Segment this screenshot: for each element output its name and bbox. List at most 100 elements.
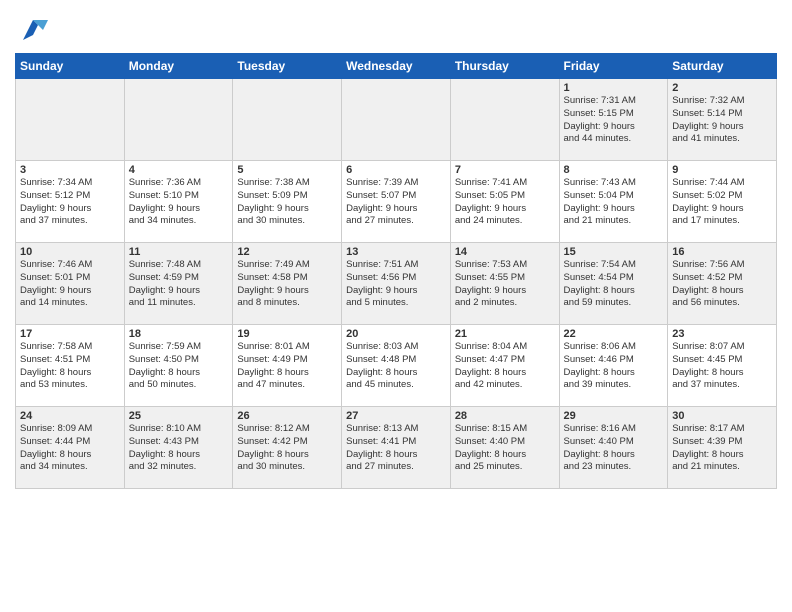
calendar-header: SundayMondayTuesdayWednesdayThursdayFrid… bbox=[16, 54, 777, 79]
day-cell: 30Sunrise: 8:17 AM Sunset: 4:39 PM Dayli… bbox=[668, 407, 777, 489]
day-info: Sunrise: 7:44 AM Sunset: 5:02 PM Dayligh… bbox=[672, 177, 772, 228]
day-cell: 16Sunrise: 7:56 AM Sunset: 4:52 PM Dayli… bbox=[668, 243, 777, 325]
day-cell: 19Sunrise: 8:01 AM Sunset: 4:49 PM Dayli… bbox=[233, 325, 342, 407]
day-number: 6 bbox=[346, 164, 446, 176]
day-number: 21 bbox=[455, 328, 555, 340]
day-number: 24 bbox=[20, 410, 120, 422]
day-info: Sunrise: 8:03 AM Sunset: 4:48 PM Dayligh… bbox=[346, 341, 446, 392]
header-wednesday: Wednesday bbox=[342, 54, 451, 79]
day-number: 17 bbox=[20, 328, 120, 340]
day-cell: 27Sunrise: 8:13 AM Sunset: 4:41 PM Dayli… bbox=[342, 407, 451, 489]
day-cell: 13Sunrise: 7:51 AM Sunset: 4:56 PM Dayli… bbox=[342, 243, 451, 325]
day-cell: 21Sunrise: 8:04 AM Sunset: 4:47 PM Dayli… bbox=[450, 325, 559, 407]
day-info: Sunrise: 7:36 AM Sunset: 5:10 PM Dayligh… bbox=[129, 177, 229, 228]
week-row-3: 17Sunrise: 7:58 AM Sunset: 4:51 PM Dayli… bbox=[16, 325, 777, 407]
week-row-0: 1Sunrise: 7:31 AM Sunset: 5:15 PM Daylig… bbox=[16, 79, 777, 161]
day-number: 9 bbox=[672, 164, 772, 176]
day-cell: 20Sunrise: 8:03 AM Sunset: 4:48 PM Dayli… bbox=[342, 325, 451, 407]
day-info: Sunrise: 7:39 AM Sunset: 5:07 PM Dayligh… bbox=[346, 177, 446, 228]
header-monday: Monday bbox=[124, 54, 233, 79]
day-info: Sunrise: 7:51 AM Sunset: 4:56 PM Dayligh… bbox=[346, 259, 446, 310]
day-info: Sunrise: 8:16 AM Sunset: 4:40 PM Dayligh… bbox=[564, 423, 664, 474]
day-number: 8 bbox=[564, 164, 664, 176]
day-number: 18 bbox=[129, 328, 229, 340]
day-info: Sunrise: 8:06 AM Sunset: 4:46 PM Dayligh… bbox=[564, 341, 664, 392]
day-cell: 4Sunrise: 7:36 AM Sunset: 5:10 PM Daylig… bbox=[124, 161, 233, 243]
day-number: 1 bbox=[564, 82, 664, 94]
day-number: 26 bbox=[237, 410, 337, 422]
calendar-table: SundayMondayTuesdayWednesdayThursdayFrid… bbox=[15, 53, 777, 489]
day-info: Sunrise: 7:54 AM Sunset: 4:54 PM Dayligh… bbox=[564, 259, 664, 310]
day-cell: 8Sunrise: 7:43 AM Sunset: 5:04 PM Daylig… bbox=[559, 161, 668, 243]
day-cell: 9Sunrise: 7:44 AM Sunset: 5:02 PM Daylig… bbox=[668, 161, 777, 243]
day-cell: 17Sunrise: 7:58 AM Sunset: 4:51 PM Dayli… bbox=[16, 325, 125, 407]
day-info: Sunrise: 8:17 AM Sunset: 4:39 PM Dayligh… bbox=[672, 423, 772, 474]
week-row-4: 24Sunrise: 8:09 AM Sunset: 4:44 PM Dayli… bbox=[16, 407, 777, 489]
day-info: Sunrise: 7:32 AM Sunset: 5:14 PM Dayligh… bbox=[672, 95, 772, 146]
header-friday: Friday bbox=[559, 54, 668, 79]
day-number: 30 bbox=[672, 410, 772, 422]
day-cell: 29Sunrise: 8:16 AM Sunset: 4:40 PM Dayli… bbox=[559, 407, 668, 489]
day-info: Sunrise: 7:53 AM Sunset: 4:55 PM Dayligh… bbox=[455, 259, 555, 310]
day-number: 19 bbox=[237, 328, 337, 340]
day-info: Sunrise: 8:01 AM Sunset: 4:49 PM Dayligh… bbox=[237, 341, 337, 392]
header-sunday: Sunday bbox=[16, 54, 125, 79]
day-info: Sunrise: 7:38 AM Sunset: 5:09 PM Dayligh… bbox=[237, 177, 337, 228]
week-row-1: 3Sunrise: 7:34 AM Sunset: 5:12 PM Daylig… bbox=[16, 161, 777, 243]
day-info: Sunrise: 8:07 AM Sunset: 4:45 PM Dayligh… bbox=[672, 341, 772, 392]
day-cell: 12Sunrise: 7:49 AM Sunset: 4:58 PM Dayli… bbox=[233, 243, 342, 325]
day-number: 27 bbox=[346, 410, 446, 422]
day-info: Sunrise: 8:04 AM Sunset: 4:47 PM Dayligh… bbox=[455, 341, 555, 392]
day-number: 12 bbox=[237, 246, 337, 258]
day-info: Sunrise: 7:49 AM Sunset: 4:58 PM Dayligh… bbox=[237, 259, 337, 310]
day-cell: 1Sunrise: 7:31 AM Sunset: 5:15 PM Daylig… bbox=[559, 79, 668, 161]
day-cell bbox=[124, 79, 233, 161]
day-info: Sunrise: 8:12 AM Sunset: 4:42 PM Dayligh… bbox=[237, 423, 337, 474]
page-header bbox=[15, 10, 777, 45]
day-number: 11 bbox=[129, 246, 229, 258]
day-info: Sunrise: 8:09 AM Sunset: 4:44 PM Dayligh… bbox=[20, 423, 120, 474]
day-number: 5 bbox=[237, 164, 337, 176]
day-number: 16 bbox=[672, 246, 772, 258]
day-info: Sunrise: 7:56 AM Sunset: 4:52 PM Dayligh… bbox=[672, 259, 772, 310]
page-container: SundayMondayTuesdayWednesdayThursdayFrid… bbox=[0, 0, 792, 499]
day-cell: 3Sunrise: 7:34 AM Sunset: 5:12 PM Daylig… bbox=[16, 161, 125, 243]
calendar-body: 1Sunrise: 7:31 AM Sunset: 5:15 PM Daylig… bbox=[16, 79, 777, 489]
day-cell: 28Sunrise: 8:15 AM Sunset: 4:40 PM Dayli… bbox=[450, 407, 559, 489]
day-number: 23 bbox=[672, 328, 772, 340]
day-cell: 2Sunrise: 7:32 AM Sunset: 5:14 PM Daylig… bbox=[668, 79, 777, 161]
day-number: 25 bbox=[129, 410, 229, 422]
day-info: Sunrise: 7:43 AM Sunset: 5:04 PM Dayligh… bbox=[564, 177, 664, 228]
day-info: Sunrise: 7:59 AM Sunset: 4:50 PM Dayligh… bbox=[129, 341, 229, 392]
day-number: 2 bbox=[672, 82, 772, 94]
header-thursday: Thursday bbox=[450, 54, 559, 79]
day-cell bbox=[450, 79, 559, 161]
day-cell bbox=[16, 79, 125, 161]
day-cell: 14Sunrise: 7:53 AM Sunset: 4:55 PM Dayli… bbox=[450, 243, 559, 325]
day-number: 20 bbox=[346, 328, 446, 340]
day-cell: 7Sunrise: 7:41 AM Sunset: 5:05 PM Daylig… bbox=[450, 161, 559, 243]
day-cell bbox=[342, 79, 451, 161]
day-info: Sunrise: 8:10 AM Sunset: 4:43 PM Dayligh… bbox=[129, 423, 229, 474]
day-cell: 24Sunrise: 8:09 AM Sunset: 4:44 PM Dayli… bbox=[16, 407, 125, 489]
day-number: 22 bbox=[564, 328, 664, 340]
day-cell: 25Sunrise: 8:10 AM Sunset: 4:43 PM Dayli… bbox=[124, 407, 233, 489]
day-info: Sunrise: 7:46 AM Sunset: 5:01 PM Dayligh… bbox=[20, 259, 120, 310]
day-cell: 18Sunrise: 7:59 AM Sunset: 4:50 PM Dayli… bbox=[124, 325, 233, 407]
week-row-2: 10Sunrise: 7:46 AM Sunset: 5:01 PM Dayli… bbox=[16, 243, 777, 325]
day-info: Sunrise: 7:34 AM Sunset: 5:12 PM Dayligh… bbox=[20, 177, 120, 228]
day-cell: 11Sunrise: 7:48 AM Sunset: 4:59 PM Dayli… bbox=[124, 243, 233, 325]
day-info: Sunrise: 7:48 AM Sunset: 4:59 PM Dayligh… bbox=[129, 259, 229, 310]
logo bbox=[15, 15, 48, 45]
day-info: Sunrise: 7:41 AM Sunset: 5:05 PM Dayligh… bbox=[455, 177, 555, 228]
day-number: 7 bbox=[455, 164, 555, 176]
day-number: 4 bbox=[129, 164, 229, 176]
day-number: 28 bbox=[455, 410, 555, 422]
day-cell: 23Sunrise: 8:07 AM Sunset: 4:45 PM Dayli… bbox=[668, 325, 777, 407]
day-info: Sunrise: 7:58 AM Sunset: 4:51 PM Dayligh… bbox=[20, 341, 120, 392]
day-number: 14 bbox=[455, 246, 555, 258]
day-cell: 10Sunrise: 7:46 AM Sunset: 5:01 PM Dayli… bbox=[16, 243, 125, 325]
header-tuesday: Tuesday bbox=[233, 54, 342, 79]
day-cell: 5Sunrise: 7:38 AM Sunset: 5:09 PM Daylig… bbox=[233, 161, 342, 243]
day-cell: 26Sunrise: 8:12 AM Sunset: 4:42 PM Dayli… bbox=[233, 407, 342, 489]
